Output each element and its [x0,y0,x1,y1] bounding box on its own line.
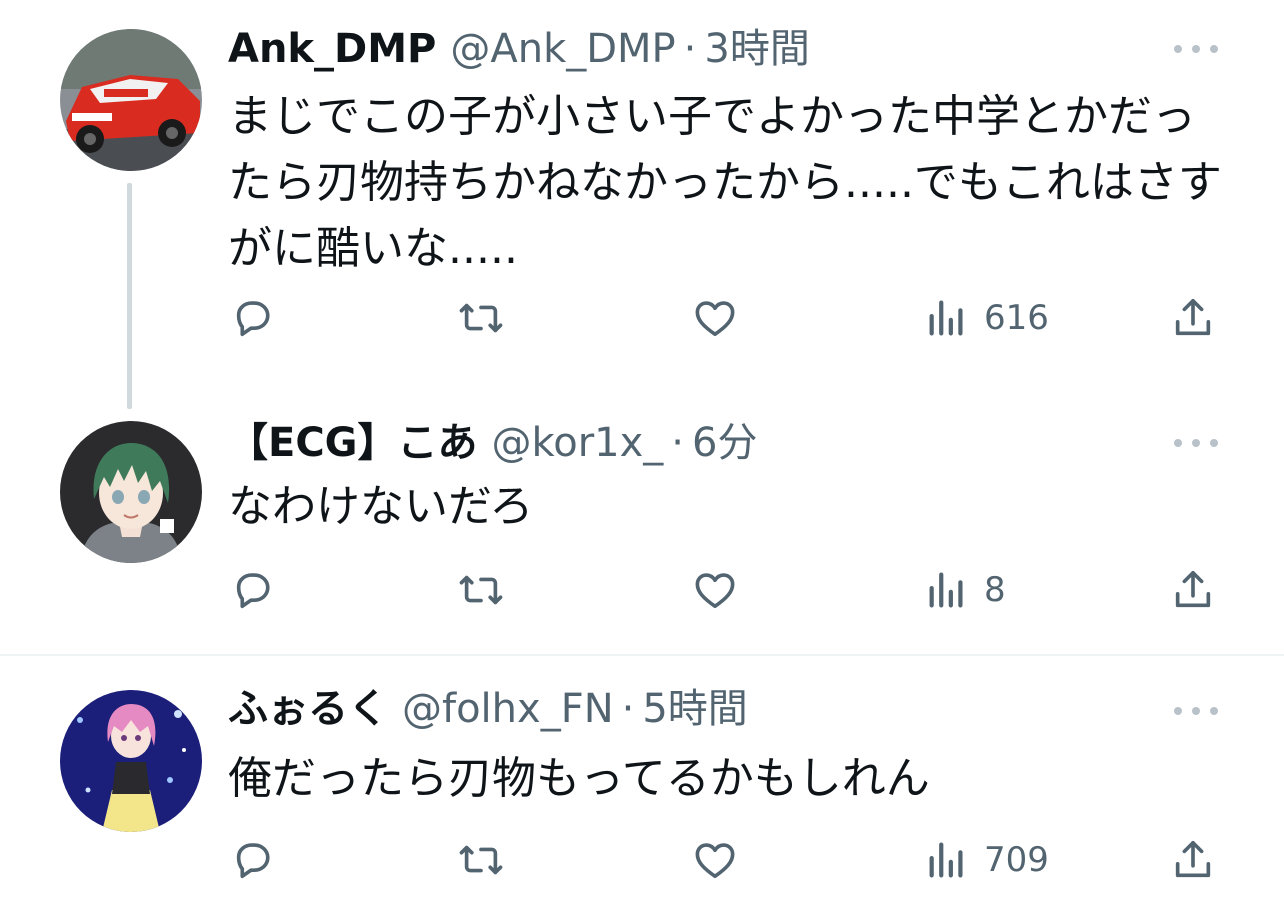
display-name[interactable]: ふぉるく [228,681,388,737]
avatar[interactable] [60,690,202,832]
display-name[interactable]: 【ECG】こあ [228,415,478,471]
view-count: 8 [984,570,1006,610]
anime-character-avatar-icon [60,421,202,563]
share-icon [1175,840,1211,878]
views-icon [929,300,963,336]
avatar[interactable] [60,421,202,563]
avatar[interactable] [60,29,202,171]
separator-dot: · [683,26,697,72]
retweet-button[interactable] [458,835,504,885]
share-button[interactable] [1170,293,1216,343]
tweet-header: Ank_DMP @Ank_DMP · 3時間 [228,21,810,77]
display-name[interactable]: Ank_DMP [228,21,436,77]
tweet-actions: 616 [228,293,1228,343]
separator-dot: · [621,686,635,732]
reply-icon [236,843,270,879]
reply-icon [236,301,270,337]
timestamp[interactable]: 3時間 [704,21,809,77]
view-count: 616 [984,298,1049,338]
reply-button[interactable] [230,835,276,885]
retweet-icon [459,845,503,875]
views-button[interactable]: 616 [924,293,1049,343]
views-icon [929,572,963,608]
user-handle[interactable]: @folhx_FN [402,681,614,737]
tweet[interactable]: Ank_DMP @Ank_DMP · 3時間 まじでこの子が小さい子でよかった中… [0,0,1284,400]
more-icon[interactable] [1174,438,1218,448]
tweet-actions: 8 [228,565,1228,615]
like-icon [695,573,735,609]
retweet-icon [459,575,503,605]
retweet-icon [459,303,503,333]
reply-thread: Ank_DMP @Ank_DMP · 3時間 まじでこの子が小さい子でよかった中… [0,0,1284,917]
share-button[interactable] [1170,835,1216,885]
views-button[interactable]: 8 [924,565,1006,615]
tweet-header: ふぉるく @folhx_FN · 5時間 [228,681,748,737]
reply-icon [236,573,270,609]
reply-button[interactable] [230,293,276,343]
more-icon[interactable] [1174,706,1218,716]
tweet-text: 俺だったら刃物もってるかもしれん [228,753,930,804]
share-icon [1175,570,1211,608]
tweet[interactable]: ふぉるく @folhx_FN · 5時間 俺だったら刃物もってるかもしれん 70… [0,656,1284,917]
retweet-button[interactable] [458,565,504,615]
retweet-button[interactable] [458,293,504,343]
like-icon [695,301,735,337]
reply-button[interactable] [230,565,276,615]
timestamp[interactable]: 5時間 [642,681,747,737]
views-button[interactable]: 709 [924,835,1049,885]
share-icon [1175,298,1211,336]
user-handle[interactable]: @Ank_DMP [450,21,675,77]
tweet-text: なわけないだろ [228,481,534,532]
more-icon[interactable] [1174,44,1218,54]
like-button[interactable] [692,293,738,343]
like-button[interactable] [692,835,738,885]
race-car-avatar-icon [60,29,202,171]
timestamp[interactable]: 6分 [692,415,757,471]
views-icon [929,842,963,878]
tweet-actions: 709 [228,835,1228,885]
like-icon [695,843,735,879]
tweet-header: 【ECG】こあ @kor1x_ · 6分 [228,415,757,471]
anime-idol-avatar-icon [60,690,202,832]
share-button[interactable] [1170,565,1216,615]
view-count: 709 [984,840,1049,880]
user-handle[interactable]: @kor1x_ [492,415,664,471]
tweet[interactable]: 【ECG】こあ @kor1x_ · 6分 なわけないだろ 8 [0,400,1284,655]
tweet-text: まじでこの子が小さい子でよかった中学とかだったら刃物持ちかねなかったから....… [228,91,1222,274]
separator-dot: · [671,420,685,466]
like-button[interactable] [692,565,738,615]
